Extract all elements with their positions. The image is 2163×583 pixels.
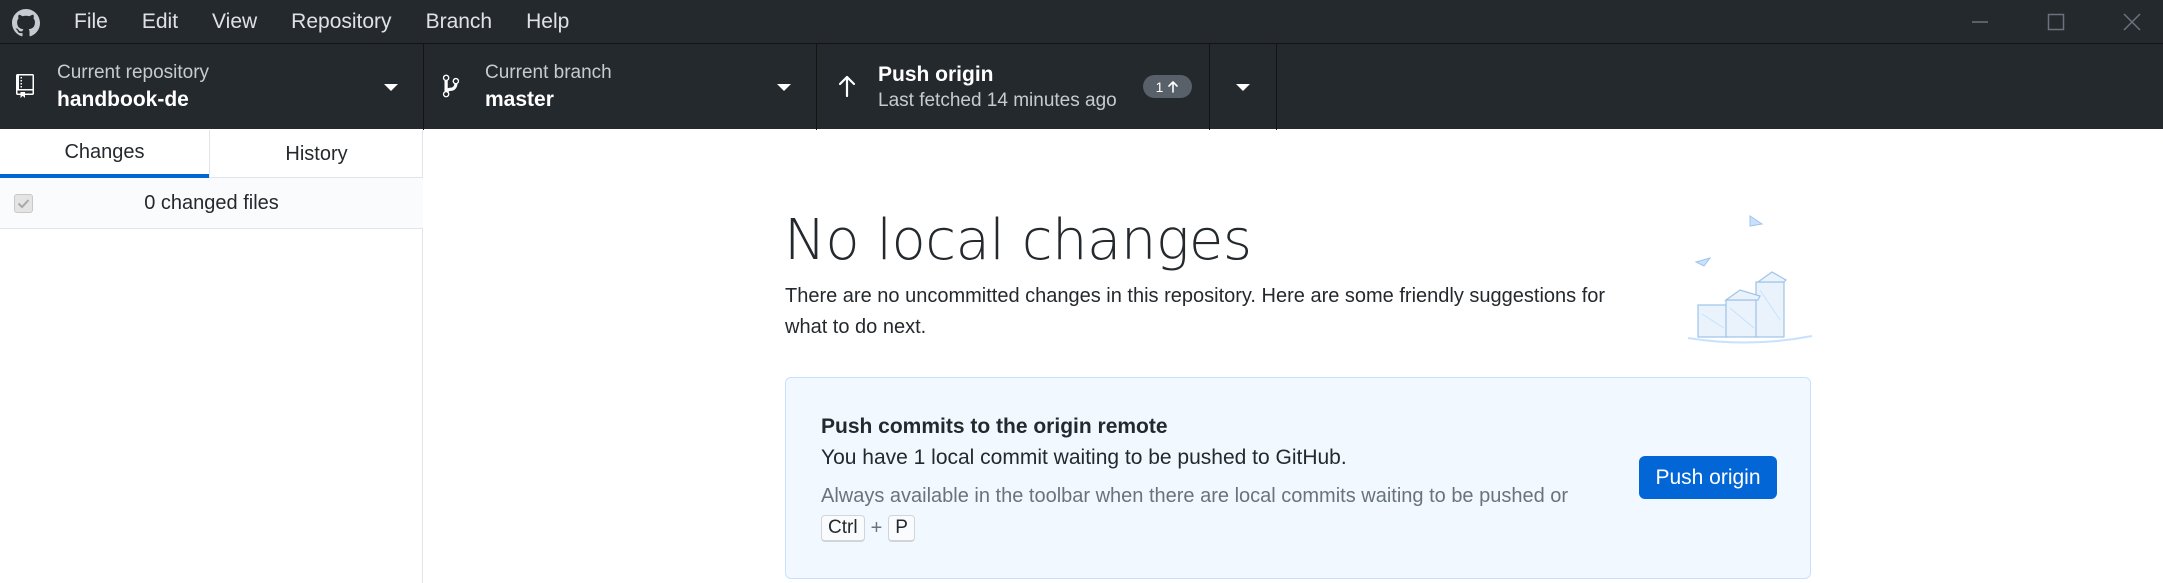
close-icon xyxy=(2123,12,2141,31)
repository-name: handbook-de xyxy=(57,88,189,111)
maximize-icon xyxy=(2047,13,2065,30)
select-all-checkbox[interactable] xyxy=(14,194,33,213)
repo-icon xyxy=(16,74,34,98)
sidebar: Changes History 0 changed files xyxy=(0,130,423,583)
page-description: There are no uncommitted changes in this… xyxy=(785,285,1606,338)
page-title: No local changes xyxy=(784,208,1252,273)
menu-repository[interactable]: Repository xyxy=(274,0,408,43)
menu-branch[interactable]: Branch xyxy=(409,0,510,43)
close-button[interactable] xyxy=(2097,0,2163,43)
empty-state-illustration xyxy=(1687,215,1813,344)
github-logo-icon xyxy=(12,9,40,37)
repository-label: Current repository xyxy=(57,62,210,83)
ahead-count: 1 xyxy=(1155,78,1164,95)
changes-header: 0 changed files xyxy=(0,178,423,229)
minimize-icon xyxy=(1972,20,1988,23)
branch-icon xyxy=(442,74,460,98)
card-title: Push commits to the origin remote xyxy=(821,415,1168,438)
branch-name: master xyxy=(485,88,554,111)
menu-bar: File Edit View Repository Branch Help xyxy=(57,0,586,43)
maximize-button[interactable] xyxy=(2021,0,2091,43)
last-fetched: Last fetched 14 minutes ago xyxy=(878,90,1117,111)
menu-file[interactable]: File xyxy=(57,0,125,43)
menu-help[interactable]: Help xyxy=(509,0,586,43)
title-bar: File Edit View Repository Branch Help xyxy=(0,0,2163,43)
shortcut-key-ctrl: Ctrl xyxy=(821,515,865,542)
shortcut-plus: + xyxy=(870,517,883,539)
card-hint: Always available in the toolbar when the… xyxy=(821,485,1569,507)
changed-files-count: 0 changed files xyxy=(144,192,279,214)
shortcut-key-p: P xyxy=(888,515,915,542)
caret-down-icon xyxy=(1236,84,1250,91)
arrow-up-icon xyxy=(838,75,856,98)
check-icon xyxy=(17,199,30,209)
caret-down-icon xyxy=(384,84,398,91)
push-title: Push origin xyxy=(878,63,994,86)
sidebar-tabs: Changes History xyxy=(0,130,423,178)
push-origin-card-button[interactable]: Push origin xyxy=(1639,456,1777,499)
caret-down-icon xyxy=(777,84,791,91)
tab-history[interactable]: History xyxy=(210,130,423,178)
tab-changes[interactable]: Changes xyxy=(0,130,209,178)
branch-selector[interactable]: Current branch master xyxy=(424,44,817,130)
arrow-up-icon xyxy=(1168,81,1179,93)
menu-edit[interactable]: Edit xyxy=(125,0,195,43)
minimize-button[interactable] xyxy=(1945,0,2015,43)
keyboard-shortcut: Ctrl + P xyxy=(821,515,915,542)
menu-view[interactable]: View xyxy=(195,0,274,43)
repository-selector[interactable]: Current repository handbook-de xyxy=(0,44,424,130)
push-dropdown-button[interactable] xyxy=(1210,44,1277,130)
toolbar: Current repository handbook-de Current b… xyxy=(0,43,2163,130)
ahead-count-badge: 1 xyxy=(1143,75,1192,98)
card-description: You have 1 local commit waiting to be pu… xyxy=(821,446,1347,469)
branch-label: Current branch xyxy=(485,62,612,83)
push-suggestion-card: Push commits to the origin remote You ha… xyxy=(785,377,1811,579)
